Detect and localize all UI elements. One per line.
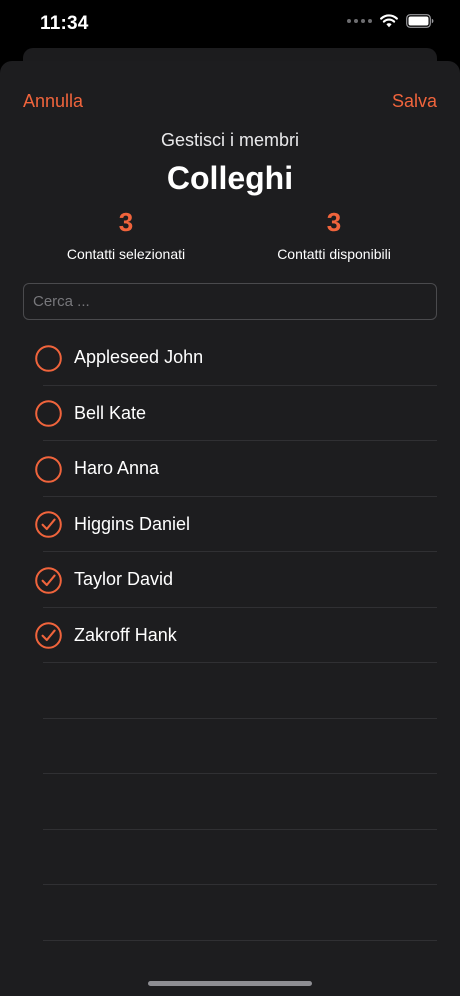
circle-icon — [35, 344, 62, 372]
status-time: 11:34 — [40, 13, 89, 34]
contact-name: Higgins Daniel — [74, 513, 191, 534]
empty-row — [0, 885, 460, 941]
contact-row[interactable]: Bell Kate — [0, 386, 460, 442]
status-bar: 11:34 — [0, 0, 460, 48]
contact-list: Appleseed John Bell Kate Haro Anna Higgi… — [0, 330, 460, 941]
contact-name: Haro Anna — [74, 458, 160, 478]
save-button[interactable]: Salva — [392, 91, 437, 112]
cancel-button[interactable]: Annulla — [23, 91, 83, 112]
checkmark-circle-icon — [35, 566, 62, 594]
contact-name: Taylor David — [74, 569, 174, 589]
checkmark-circle-icon — [35, 622, 62, 649]
contact-row[interactable]: Taylor David — [0, 552, 460, 608]
empty-row — [0, 663, 460, 719]
cellular-signal-icon — [347, 19, 372, 23]
circle-icon — [35, 455, 62, 483]
search-input[interactable] — [23, 283, 437, 320]
battery-icon — [406, 14, 434, 28]
contact-name: Appleseed John — [74, 347, 204, 367]
empty-row — [0, 774, 460, 830]
contact-name: Zakroff Hank — [74, 624, 177, 645]
empty-row — [0, 830, 460, 886]
selected-label: Contatti selezionati — [66, 246, 186, 262]
status-indicators — [347, 14, 434, 28]
wifi-icon — [380, 14, 398, 28]
selected-contacts-stat: 3 Contatti selezionati — [26, 205, 226, 262]
empty-row — [0, 719, 460, 775]
selected-count: 3 — [118, 207, 134, 237]
checkmark-circle-icon — [35, 511, 62, 538]
contact-row[interactable]: Zakroff Hank — [0, 608, 460, 664]
contact-row[interactable]: Haro Anna — [0, 441, 460, 497]
available-count: 3 — [326, 207, 342, 237]
sheet-subtitle: Gestisci i membri — [160, 130, 299, 150]
contact-name: Bell Kate — [74, 402, 147, 423]
contact-row[interactable]: Appleseed John — [0, 330, 460, 386]
contact-row[interactable]: Higgins Daniel — [0, 497, 460, 553]
available-contacts-stat: 3 Contatti disponibili — [234, 205, 434, 262]
available-label: Contatti disponibili — [277, 246, 391, 262]
home-indicator[interactable] — [148, 981, 312, 986]
circle-icon — [35, 400, 62, 427]
group-title: Colleghi — [166, 160, 294, 196]
